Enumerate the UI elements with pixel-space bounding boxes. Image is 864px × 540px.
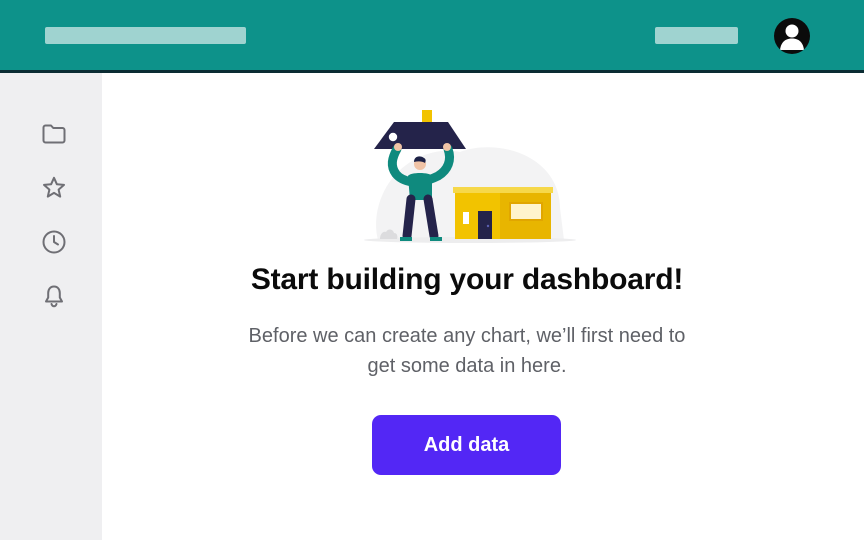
star-icon[interactable] [41, 175, 67, 201]
user-silhouette-icon [780, 24, 804, 50]
bell-icon[interactable] [41, 283, 67, 309]
empty-state-illustration [360, 108, 590, 248]
folder-icon[interactable] [41, 121, 67, 147]
header-nav-placeholder[interactable] [655, 27, 738, 44]
empty-state-title: Start building your dashboard! [250, 263, 684, 296]
person-lifting-roof-illustration [364, 110, 576, 243]
clock-icon[interactable] [41, 229, 67, 255]
empty-state-subtitle: Before we can create any chart, we’ll fi… [248, 325, 686, 377]
sidebar [0, 73, 102, 540]
header-title-placeholder [45, 27, 246, 44]
main-content: Start building your dashboard! Before we… [102, 73, 864, 540]
add-data-button[interactable]: Add data [372, 415, 561, 475]
user-avatar-icon[interactable] [774, 18, 810, 54]
app-window: Start building your dashboard! Before we… [0, 0, 864, 540]
top-header [0, 0, 864, 73]
